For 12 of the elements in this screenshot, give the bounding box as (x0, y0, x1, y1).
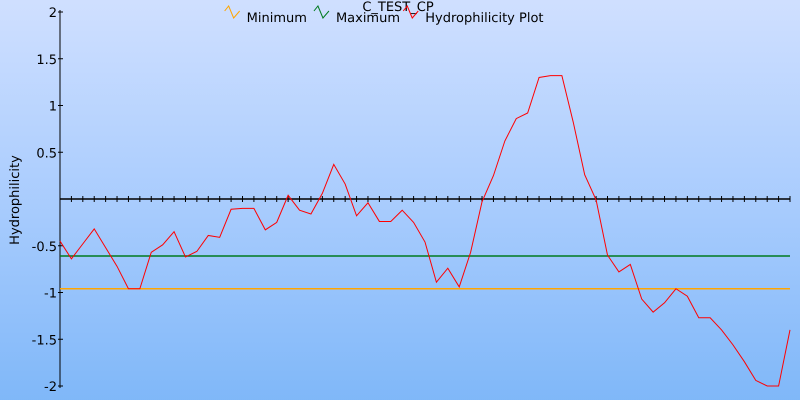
legend-label: Minimum (246, 11, 307, 26)
tick-label: -2 (44, 380, 57, 395)
tick-label: 0.5 (36, 146, 57, 162)
tick-label: 2 (48, 6, 57, 21)
legend-label: Maximum (336, 11, 400, 26)
tick-label: -1 (44, 286, 57, 302)
tick-label: -0.5 (32, 240, 57, 255)
tick-label: 1 (48, 100, 57, 114)
legend-label: Hydrophilicity Plot (425, 11, 544, 26)
tick-label: 1.5 (36, 52, 57, 68)
tick-label: -1.5 (32, 333, 57, 348)
axis-title: Hydrophilicity (8, 155, 23, 245)
